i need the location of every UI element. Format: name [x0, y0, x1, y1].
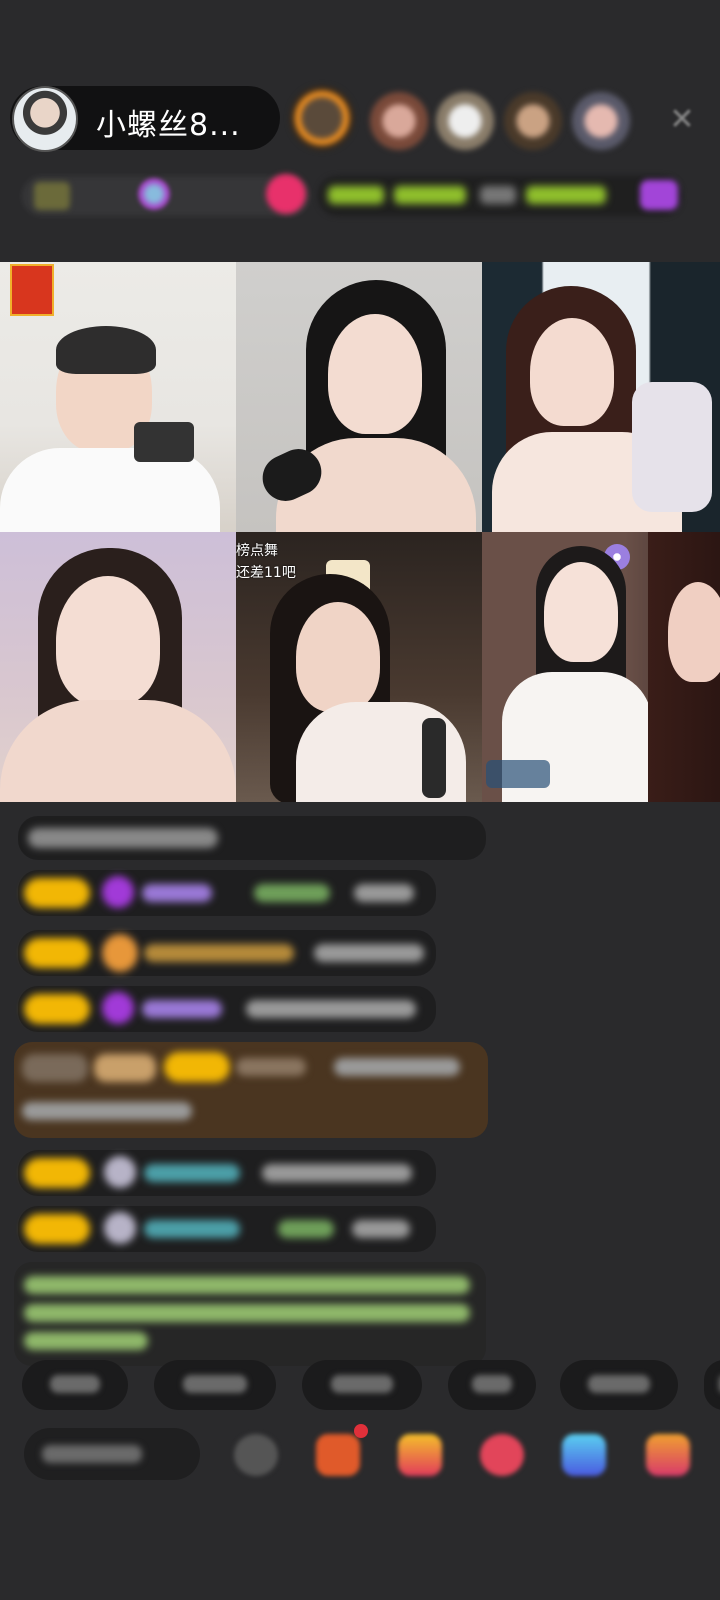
notice-text-line-2: [24, 1304, 470, 1322]
chat-badge-2: [94, 1054, 156, 1082]
chat-message-6[interactable]: [18, 1206, 436, 1252]
chat-message-4[interactable]: [18, 986, 436, 1032]
level-badge: [24, 994, 90, 1024]
level-badge: [24, 1158, 90, 1188]
tile-caption-line-1: 榜点舞: [236, 543, 278, 559]
chat-input-placeholder: [42, 1445, 142, 1463]
chat-username: [144, 944, 294, 962]
chat-username: [144, 1220, 240, 1238]
streamer-face: [544, 562, 618, 662]
chat-text-line-1: [334, 1058, 460, 1076]
red-envelope-icon[interactable]: [10, 264, 54, 316]
notification-dot: [354, 1424, 368, 1438]
streamer-hair: [56, 326, 156, 374]
video-tile-1[interactable]: [0, 262, 236, 532]
top-viewer-avatar-3[interactable]: [436, 92, 494, 150]
tag-orb-icon: [138, 178, 170, 210]
banner-green-text-1: [328, 186, 384, 204]
video-tile-3[interactable]: [482, 262, 720, 532]
quick-reply-chip-5[interactable]: [560, 1360, 678, 1410]
tile-badge: [486, 760, 550, 788]
rank-tag-icon: [34, 182, 70, 210]
more-options-icon[interactable]: [234, 1434, 278, 1476]
banner-green-text-2: [394, 186, 466, 204]
level-badge: [24, 938, 90, 968]
chat-input[interactable]: [24, 1428, 200, 1480]
chat-text: [314, 944, 424, 962]
chat-text: [262, 1164, 412, 1182]
chat-username: [142, 884, 212, 902]
chat-message-highlight[interactable]: [14, 1042, 488, 1138]
gift-pink-icon[interactable]: [266, 174, 306, 214]
treasure-icon[interactable]: [398, 1434, 442, 1476]
streamer-shoulders: [0, 700, 236, 802]
chat-system-notice: [14, 1262, 486, 1366]
close-icon[interactable]: ✕: [666, 104, 698, 136]
video-tile-5[interactable]: 榜点舞 还差11吧: [236, 532, 482, 802]
host-avatar[interactable]: [12, 86, 78, 152]
host-name[interactable]: 小螺丝8...: [96, 100, 241, 144]
chat-text: [352, 1220, 410, 1238]
chat-text-line-2: [22, 1102, 192, 1120]
quick-reply-chip-1[interactable]: [22, 1360, 128, 1410]
chat-text: [28, 828, 218, 848]
quick-reply-chip-2[interactable]: [154, 1360, 276, 1410]
banner-badge-icon: [640, 180, 678, 210]
top-viewer-avatar-5[interactable]: [572, 92, 630, 150]
user-avatar-icon: [104, 1156, 136, 1188]
quick-reply-chip-4[interactable]: [448, 1360, 536, 1410]
chat-username: [236, 1058, 306, 1076]
gift-box-icon[interactable]: [316, 1434, 360, 1476]
gem-badge-icon: [102, 992, 134, 1024]
microphone: [422, 718, 446, 798]
top-viewer-avatar-1[interactable]: [290, 86, 354, 150]
chat-username-2: [254, 884, 330, 902]
level-badge: [24, 1214, 90, 1244]
chat-message-5[interactable]: [18, 1150, 436, 1196]
video-tile-6[interactable]: [482, 532, 720, 802]
chat-username: [142, 1000, 222, 1018]
lips-icon[interactable]: [480, 1434, 524, 1476]
chat-text: [246, 1000, 416, 1018]
level-badge: [164, 1052, 230, 1082]
chat-message-1[interactable]: [18, 816, 486, 860]
chat-username: [144, 1164, 240, 1182]
chat-badge-1: [22, 1054, 88, 1082]
top-viewer-avatar-2[interactable]: [370, 92, 428, 150]
fan-badge-icon: [102, 934, 138, 972]
streamer-face: [530, 318, 614, 426]
quick-reply-chip-6[interactable]: [704, 1360, 720, 1410]
streamer-face: [56, 576, 160, 706]
video-tile-4[interactable]: [0, 532, 236, 802]
gift-icon[interactable]: [646, 1434, 690, 1476]
chat-message-2[interactable]: [18, 870, 436, 916]
quick-reply-chip-3[interactable]: [302, 1360, 422, 1410]
gem-badge-icon: [102, 876, 134, 908]
user-avatar-icon: [104, 1212, 136, 1244]
chat-username-2: [278, 1220, 334, 1238]
video-tile-2[interactable]: [236, 262, 482, 532]
chair-back: [632, 382, 712, 512]
streamer-face: [328, 314, 422, 434]
level-badge: [24, 878, 90, 908]
tile-caption-line-2: 还差11吧: [236, 565, 296, 581]
notice-text-line-3: [24, 1332, 148, 1350]
share-icon[interactable]: [562, 1434, 606, 1476]
chair: [134, 422, 194, 462]
second-face: [668, 582, 720, 682]
streamer-face: [296, 602, 380, 712]
banner-green-text-3: [526, 186, 606, 204]
chat-message-3[interactable]: [18, 930, 436, 976]
notice-text-line-1: [24, 1276, 470, 1294]
top-viewer-avatar-4[interactable]: [504, 92, 562, 150]
chat-text: [354, 884, 414, 902]
banner-grey-text: [480, 186, 516, 204]
